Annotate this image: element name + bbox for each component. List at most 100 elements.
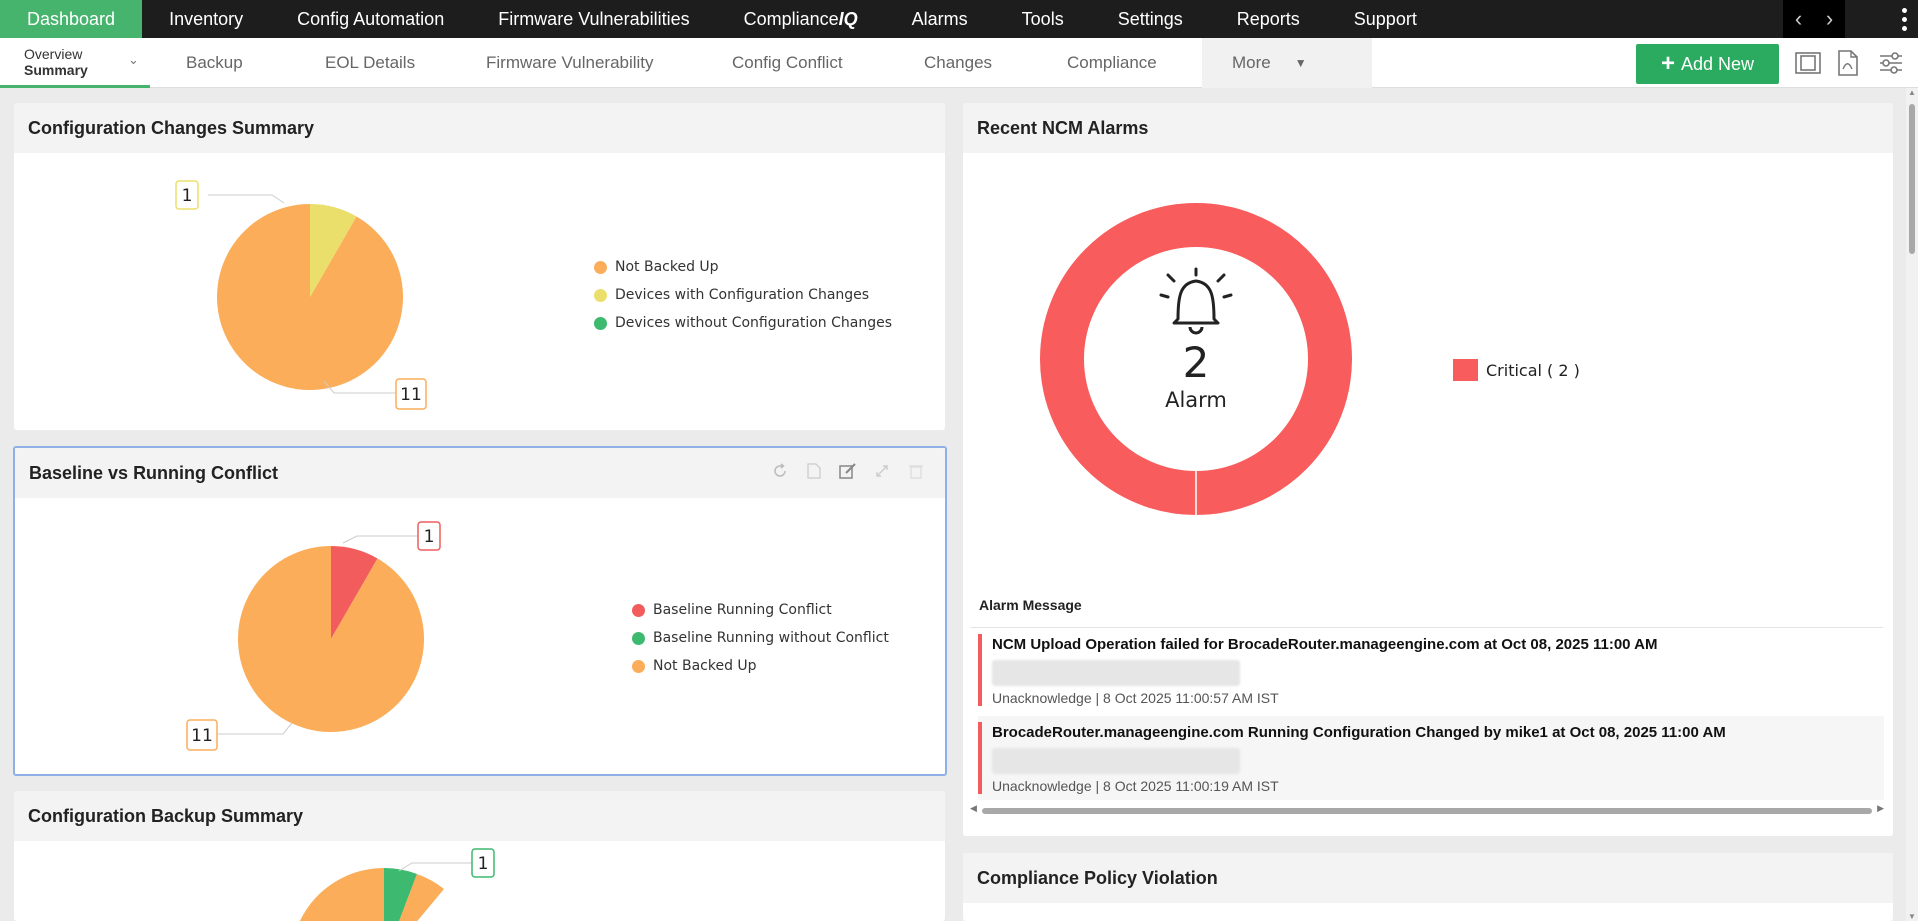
legend-label: Not Backed Up — [653, 658, 757, 674]
data-label-connector — [398, 862, 472, 872]
data-label-small: 1 — [182, 186, 193, 206]
scroll-right-icon[interactable]: ▶ — [1877, 803, 1884, 814]
customize-settings-icon[interactable] — [1876, 48, 1906, 78]
legend-label: Baseline Running Conflict — [653, 602, 832, 618]
legend-swatch — [594, 316, 607, 330]
chart-legend: Baseline Running Conflict Baseline Runni… — [632, 596, 889, 680]
baseline-conflict-widget: Baseline vs Running Conflict 1 11 Baseli… — [13, 446, 947, 776]
pie-slices — [238, 546, 425, 732]
legend-swatch — [594, 288, 607, 302]
pdf-export-icon[interactable] — [1833, 48, 1863, 78]
severity-bar — [978, 722, 982, 794]
scrollbar-thumb[interactable] — [982, 808, 1872, 814]
alarm-meta: Unacknowledge | 8 Oct 2025 11:00:19 AM I… — [992, 778, 1279, 794]
caret-down-icon: ▼ — [1294, 56, 1307, 70]
export-doc-icon[interactable] — [803, 460, 825, 482]
tab-config-conflict[interactable]: Config Conflict — [732, 38, 843, 88]
legend-swatch — [632, 603, 645, 617]
compliance-violation-widget: Compliance Policy Violation — [963, 853, 1893, 921]
top-navigation: Dashboard Inventory Config Automation Fi… — [0, 0, 1918, 38]
redacted-field — [992, 660, 1240, 686]
alarm-meta: Unacknowledge | 8 Oct 2025 11:00:57 AM I… — [992, 690, 1279, 706]
tab-compliance[interactable]: Compliance — [1067, 38, 1157, 88]
widget-toolbar — [769, 460, 927, 482]
alarm-horizontal-scrollbar[interactable]: ◀ ▶ — [970, 803, 1884, 816]
scroll-up-icon[interactable]: ▲ — [1908, 88, 1916, 97]
data-label-connector — [208, 194, 285, 204]
scroll-left-icon[interactable]: ◀ — [970, 803, 977, 814]
alarm-count: 2 — [1183, 338, 1210, 387]
legend-label: Devices without Configuration Changes — [615, 315, 892, 331]
pie-slices — [217, 204, 404, 390]
data-label-connector — [342, 535, 418, 544]
nav-dashboard[interactable]: Dashboard — [0, 0, 143, 38]
nav-firmware-vulnerabilities[interactable]: Firmware Vulnerabilities — [471, 0, 716, 38]
tab-overview-line2: Summary — [24, 61, 88, 78]
edit-icon[interactable] — [837, 460, 859, 482]
plus-icon: + — [1660, 50, 1675, 77]
data-label-connector — [217, 722, 293, 735]
add-new-label: Add New — [1680, 53, 1755, 74]
tab-eol-details[interactable]: EOL Details — [325, 38, 415, 88]
legend-item[interactable]: Not Backed Up — [594, 253, 892, 281]
widget-title: Configuration Changes Summary — [14, 103, 945, 153]
resize-icon[interactable] — [871, 460, 893, 482]
tab-overview-summary[interactable]: Overview Summary ⌄ — [0, 38, 150, 88]
more-options-icon[interactable] — [1890, 0, 1918, 38]
sub-navigation: Overview Summary ⌄ Backup EOL Details Fi… — [0, 38, 1918, 88]
redacted-field — [992, 748, 1240, 774]
scroll-down-icon[interactable]: ▼ — [1908, 912, 1916, 921]
data-label-large: 11 — [191, 726, 213, 746]
nav-config-automation[interactable]: Config Automation — [270, 0, 471, 38]
add-new-button[interactable]: + Add New — [1636, 44, 1779, 84]
legend-swatch — [632, 659, 645, 673]
refresh-icon[interactable] — [769, 460, 791, 482]
tab-more[interactable]: More ▼ — [1202, 38, 1372, 88]
data-label-small: 1 — [424, 527, 435, 547]
delete-icon[interactable] — [905, 460, 927, 482]
nav-alarms[interactable]: Alarms — [885, 0, 995, 38]
alarm-table-header: Alarm Message — [979, 597, 1082, 613]
nav-settings[interactable]: Settings — [1091, 0, 1210, 38]
alarm-donut-chart: 2 Alarm — [1040, 203, 1352, 515]
legend-label: Critical ( 2 ) — [1486, 360, 1580, 380]
widget-title: Recent NCM Alarms — [963, 103, 1893, 153]
tab-overview-line1: Overview — [24, 45, 83, 62]
tab-backup[interactable]: Backup — [186, 38, 243, 88]
legend-swatch — [1453, 359, 1478, 381]
tab-changes[interactable]: Changes — [924, 38, 992, 88]
nav-support[interactable]: Support — [1327, 0, 1444, 38]
fullscreen-icon[interactable] — [1793, 48, 1823, 78]
widget-title: Compliance Policy Violation — [963, 853, 1893, 903]
legend-item[interactable]: Not Backed Up — [632, 652, 889, 680]
legend-item[interactable]: Baseline Running without Conflict — [632, 624, 889, 652]
pie-slice-not-backed-up[interactable] — [238, 546, 425, 732]
tab-firmware-vulnerability[interactable]: Firmware Vulnerability — [486, 38, 654, 88]
bell-icon — [1159, 267, 1233, 335]
page-vertical-scrollbar[interactable]: ▲ ▼ — [1906, 88, 1918, 921]
alarm-count-label: Alarm — [1165, 388, 1227, 412]
alarm-legend-item[interactable]: Critical ( 2 ) — [1453, 359, 1580, 381]
nav-tools[interactable]: Tools — [995, 0, 1091, 38]
alarm-message[interactable]: NCM Upload Operation failed for BrocadeR… — [992, 636, 1657, 653]
nav-inventory[interactable]: Inventory — [142, 0, 270, 38]
chevron-left-icon[interactable]: ‹ — [1795, 6, 1802, 32]
severity-bar — [978, 634, 982, 706]
tab-more-label: More — [1232, 53, 1271, 72]
legend-item[interactable]: Baseline Running Conflict — [632, 596, 889, 624]
alarm-message[interactable]: BrocadeRouter.manageengine.com Running C… — [992, 724, 1726, 741]
config-changes-widget: Configuration Changes Summary 1 11 Not B… — [14, 103, 945, 430]
alarm-row[interactable]: NCM Upload Operation failed for BrocadeR… — [978, 628, 1884, 712]
legend-item[interactable]: Devices without Configuration Changes — [594, 309, 892, 337]
alarm-row[interactable]: BrocadeRouter.manageengine.com Running C… — [978, 716, 1884, 800]
chevron-right-icon[interactable]: › — [1826, 6, 1833, 32]
nav-reports[interactable]: Reports — [1210, 0, 1327, 38]
chevron-down-icon[interactable]: ⌄ — [128, 52, 139, 68]
pie-slice-not-backed-up — [299, 867, 384, 921]
nav-complianceiq[interactable]: Compliance IQ — [717, 0, 885, 38]
nav-complianceiq-suffix: IQ — [838, 8, 858, 29]
scrollbar-thumb[interactable] — [1909, 104, 1915, 254]
nav-complianceiq-label: Compliance — [743, 8, 839, 29]
legend-item[interactable]: Devices with Configuration Changes — [594, 281, 892, 309]
legend-swatch — [594, 260, 607, 274]
